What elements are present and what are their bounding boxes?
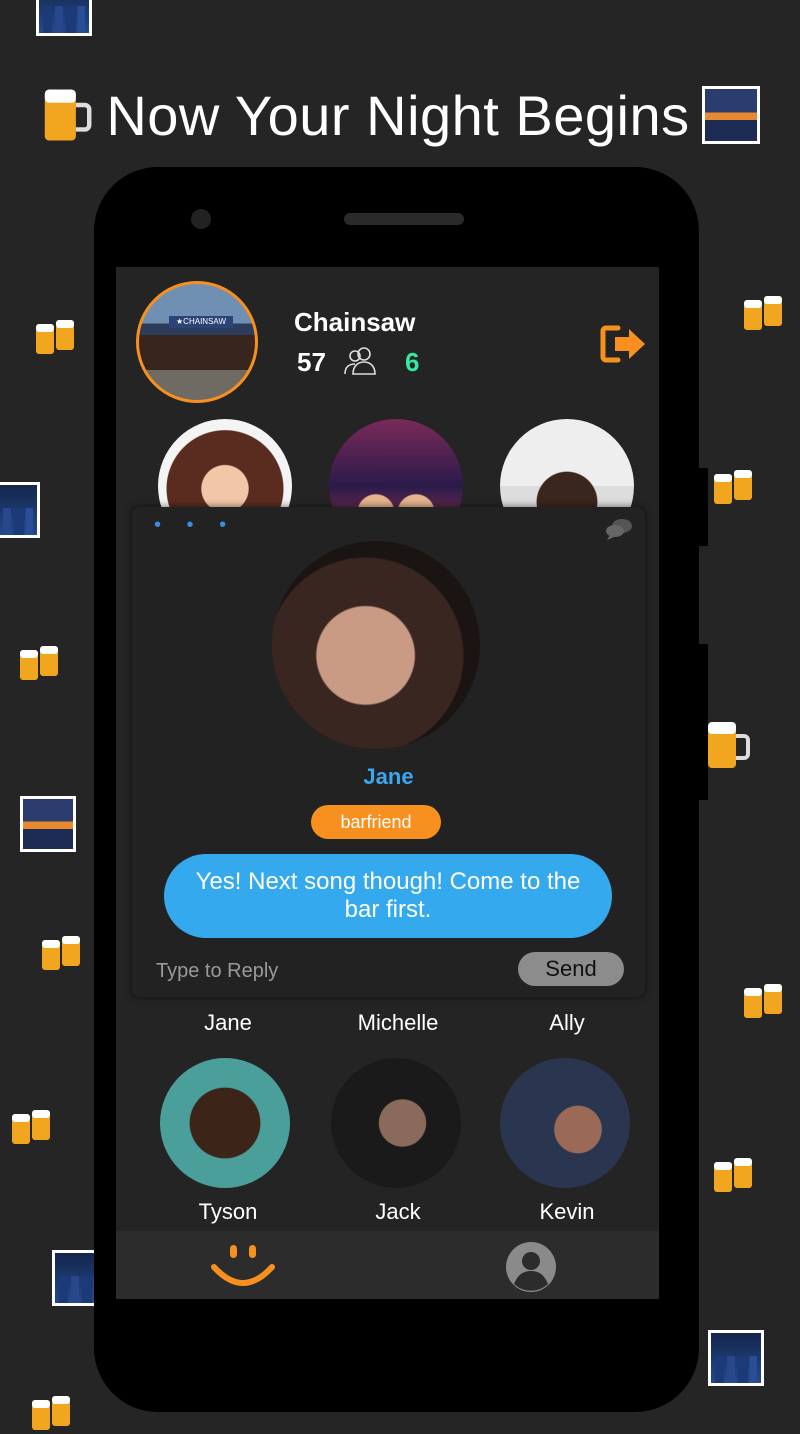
beer-mugs-emoji	[42, 936, 80, 970]
featured-avatar[interactable]	[272, 541, 480, 749]
headline-text: Now Your Night Begins	[106, 83, 690, 147]
phone-speaker	[344, 213, 464, 225]
beer-mug-emoji	[32, 1396, 70, 1430]
person-name: Michelle	[357, 1010, 439, 1035]
typing-dots: • • •	[154, 514, 237, 536]
beer-mugs-emoji	[714, 1158, 752, 1192]
night-city-emoji	[36, 0, 92, 36]
night-city-emoji	[0, 482, 40, 538]
people-icon	[344, 347, 376, 375]
reply-input[interactable]	[154, 955, 478, 987]
person-avatar[interactable]	[160, 1058, 290, 1188]
message-bubble: Yes! Next song though! Come to the bar f…	[164, 854, 612, 938]
venue-sign: ★CHAINSAW	[169, 316, 233, 328]
relationship-tag: barfriend	[311, 805, 441, 839]
send-button[interactable]: Send	[518, 952, 624, 986]
venue-photo[interactable]: ★CHAINSAW	[136, 281, 258, 403]
phone-side-button	[698, 468, 708, 546]
bridge-at-night-emoji	[20, 796, 76, 852]
person-avatar[interactable]	[500, 1058, 630, 1188]
person-name: Kevin	[539, 1199, 595, 1224]
beer-mugs-emoji	[20, 646, 58, 680]
beer-mugs-emoji	[36, 320, 74, 354]
person-name: Jane	[204, 1010, 252, 1035]
person-name: Tyson	[198, 1199, 258, 1224]
profile-icon[interactable]	[506, 1242, 556, 1292]
beer-mugs-emoji	[744, 296, 782, 330]
beer-mug-emoji	[45, 89, 92, 141]
beer-mugs-emoji	[714, 470, 752, 504]
sender-name: Jane	[363, 764, 414, 789]
message-text: Yes! Next song though! Come to the bar f…	[195, 868, 581, 923]
app-screen: ★CHAINSAW Chainsaw 57 6 Jane Michelle Al…	[116, 267, 659, 1299]
promo-headline: Now Your Night Begins	[0, 80, 800, 150]
person-avatar[interactable]	[331, 1058, 461, 1188]
smiley-icon[interactable]	[210, 1241, 276, 1291]
message-popup: • • • Jane barfriend Yes! Next song thou…	[132, 507, 645, 997]
phone-camera	[191, 209, 211, 229]
venue-name: Chainsaw	[294, 307, 416, 337]
beer-mugs-emoji	[744, 984, 782, 1018]
person-name: Jack	[375, 1199, 421, 1224]
bottom-nav	[116, 1231, 659, 1299]
person-name: Ally	[549, 1010, 585, 1035]
exit-icon[interactable]	[600, 325, 648, 363]
beer-mugs-emoji	[12, 1110, 50, 1144]
bridge-at-night-emoji	[701, 86, 760, 144]
checked-in-count: 57	[297, 347, 326, 377]
night-city-emoji	[708, 1330, 764, 1386]
active-count: 6	[405, 347, 420, 377]
chat-bubbles-icon[interactable]	[604, 517, 634, 541]
phone-side-button	[698, 644, 708, 800]
beer-mug-emoji	[708, 722, 750, 768]
